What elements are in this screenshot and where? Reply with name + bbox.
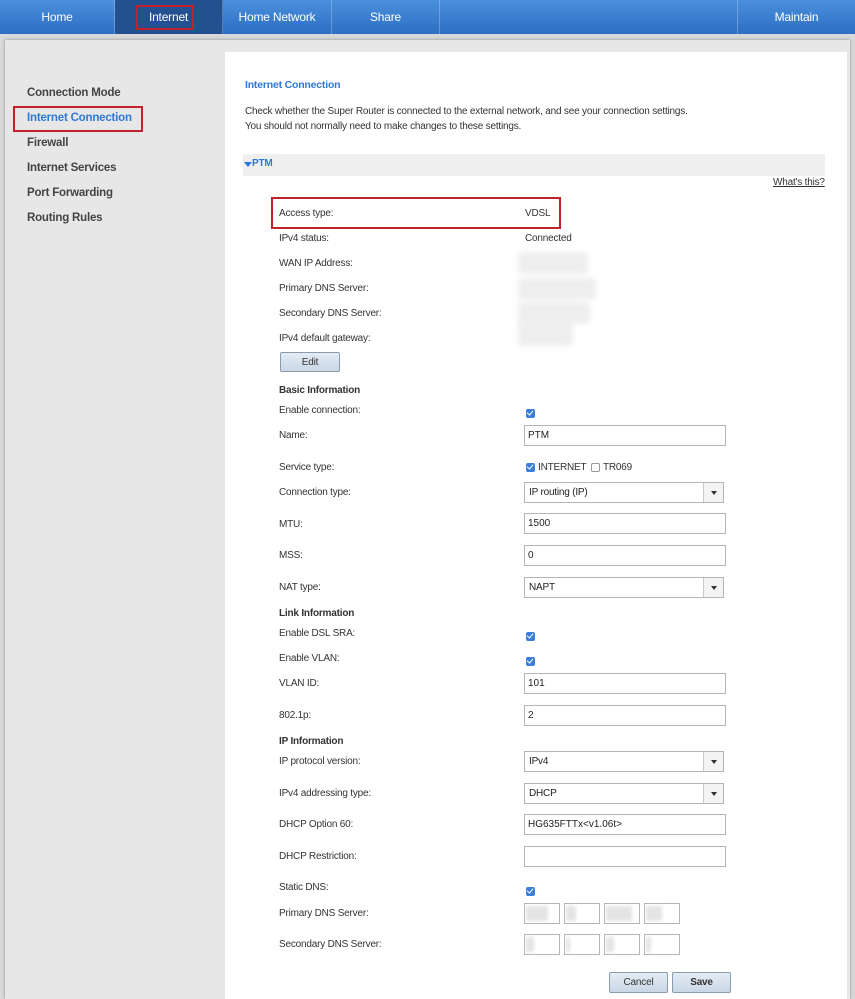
service-tr069-label: TR069 <box>603 462 633 473</box>
edit-button[interactable]: Edit <box>280 352 340 372</box>
static-dns-checkbox[interactable] <box>526 887 535 896</box>
secondary-dns-octet-4[interactable] <box>644 934 680 955</box>
page-title: Internet Connection <box>245 79 341 91</box>
sidebar-item-connection-mode[interactable]: Connection Mode <box>27 87 121 99</box>
ipv4-addressing-select[interactable]: DHCP <box>524 783 724 804</box>
ipv4-addressing-label: IPv4 addressing type: <box>279 788 371 799</box>
enable-connection-label: Enable connection: <box>279 405 361 416</box>
sidebar-item-internet-connection[interactable]: Internet Connection <box>27 112 132 124</box>
ip-protocol-value: IPv4 <box>529 756 549 767</box>
secondary-dns-octet-1[interactable] <box>524 934 560 955</box>
sidebar-item-port-forwarding[interactable]: Port Forwarding <box>27 187 113 199</box>
cancel-button[interactable]: Cancel <box>609 972 668 993</box>
secondary-dns-octet-2[interactable] <box>564 934 600 955</box>
whats-this-link[interactable]: What's this? <box>773 177 825 188</box>
mss-label: MSS: <box>279 550 303 561</box>
static-dns-label: Static DNS: <box>279 882 329 893</box>
enable-connection-checkbox[interactable] <box>526 409 535 418</box>
ip-info-heading: IP Information <box>279 736 344 747</box>
dhcp-option60-label: DHCP Option 60: <box>279 819 354 830</box>
gateway-label: IPv4 default gateway: <box>279 333 371 344</box>
8021p-input[interactable] <box>524 705 726 726</box>
service-type-label: Service type: <box>279 462 335 473</box>
save-button[interactable]: Save <box>672 972 731 993</box>
ipv4-status-value: Connected <box>525 233 572 244</box>
primary-dns-octet-1[interactable] <box>524 903 560 924</box>
8021p-label: 802.1p: <box>279 710 311 721</box>
primary-dns-label: Primary DNS Server: <box>279 908 369 919</box>
connection-type-select[interactable]: IP routing (IP) <box>524 482 724 503</box>
tab-home[interactable]: Home <box>0 0 115 34</box>
tab-internet[interactable]: Internet <box>115 0 223 34</box>
chevron-down-icon <box>703 784 723 803</box>
access-type-label: Access type: <box>279 208 334 219</box>
intro-text: Check whether the Super Router is connec… <box>245 104 688 134</box>
main-panel: Internet Connection Check whether the Su… <box>225 52 847 999</box>
dsl-sra-checkbox[interactable] <box>526 632 535 641</box>
nat-type-label: NAT type: <box>279 582 321 593</box>
chevron-down-icon <box>703 752 723 771</box>
nat-type-select[interactable]: NAPT <box>524 577 724 598</box>
name-label: Name: <box>279 430 308 441</box>
dhcp-restriction-input[interactable] <box>524 846 726 867</box>
primary-dns-octet-4[interactable] <box>644 903 680 924</box>
tab-home-network[interactable]: Home Network <box>223 0 332 34</box>
dsl-sra-label: Enable DSL SRA: <box>279 628 356 639</box>
primary-dns-status-label: Primary DNS Server: <box>279 283 369 294</box>
sidebar-item-internet-services[interactable]: Internet Services <box>27 162 116 174</box>
primary-dns-octet-3[interactable] <box>604 903 640 924</box>
ip-protocol-label: IP protocol version: <box>279 756 361 767</box>
ptm-section-bar[interactable] <box>243 154 825 176</box>
tab-maintain[interactable]: Maintain <box>738 0 855 34</box>
name-input[interactable] <box>524 425 726 446</box>
dhcp-option60-input[interactable] <box>524 814 726 835</box>
wan-ip-label: WAN IP Address: <box>279 258 353 269</box>
vlan-id-label: VLAN ID: <box>279 678 320 689</box>
dhcp-restriction-label: DHCP Restriction: <box>279 851 357 862</box>
ip-protocol-select[interactable]: IPv4 <box>524 751 724 772</box>
link-info-heading: Link Information <box>279 608 355 619</box>
basic-info-heading: Basic Information <box>279 385 361 396</box>
access-type-value: VDSL <box>525 208 551 219</box>
chevron-down-icon <box>703 578 723 597</box>
ipv4-status-label: IPv4 status: <box>279 233 329 244</box>
vlan-checkbox[interactable] <box>526 657 535 666</box>
top-nav: Home Internet Home Network Share Maintai… <box>0 0 855 34</box>
connection-type-label: Connection type: <box>279 487 351 498</box>
service-tr069-checkbox[interactable] <box>591 463 600 472</box>
tab-share[interactable]: Share <box>332 0 440 34</box>
connection-type-value: IP routing (IP) <box>529 487 588 498</box>
sidebar: Connection Mode Internet Connection Fire… <box>5 52 225 999</box>
sidebar-item-firewall[interactable]: Firewall <box>27 137 68 149</box>
secondary-dns-status-label: Secondary DNS Server: <box>279 308 382 319</box>
mss-input[interactable] <box>524 545 726 566</box>
sidebar-item-routing-rules[interactable]: Routing Rules <box>27 212 103 224</box>
chevron-down-icon <box>703 483 723 502</box>
service-internet-checkbox[interactable] <box>526 463 535 472</box>
secondary-dns-label: Secondary DNS Server: <box>279 939 382 950</box>
nat-type-value: NAPT <box>529 582 555 593</box>
ptm-section-title[interactable]: PTM <box>252 158 273 169</box>
service-internet-label: INTERNET <box>538 462 587 473</box>
primary-dns-octet-2[interactable] <box>564 903 600 924</box>
primary-dns-redacted <box>518 278 596 300</box>
wan-ip-redacted <box>518 252 588 274</box>
intro-line-1: Check whether the Super Router is connec… <box>245 106 688 117</box>
vlan-label: Enable VLAN: <box>279 653 340 664</box>
mtu-label: MTU: <box>279 519 303 530</box>
chevron-down-icon[interactable] <box>244 162 252 167</box>
secondary-dns-octet-3[interactable] <box>604 934 640 955</box>
gateway-redacted <box>518 320 573 346</box>
intro-line-2: You should not normally need to make cha… <box>245 121 522 132</box>
mtu-input[interactable] <box>524 513 726 534</box>
vlan-id-input[interactable] <box>524 673 726 694</box>
ipv4-addressing-value: DHCP <box>529 788 557 799</box>
nav-spacer <box>440 0 738 34</box>
